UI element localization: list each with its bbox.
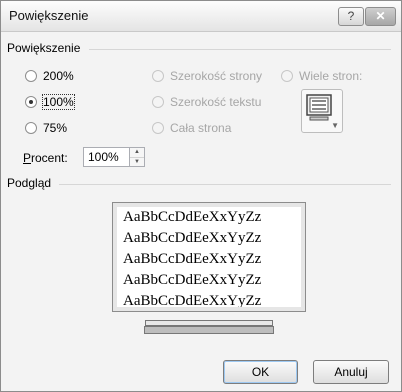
radio-100-dot[interactable] xyxy=(25,96,37,108)
spin-up-icon[interactable]: ▲ xyxy=(130,148,144,157)
radio-many-pages-label: Wiele stron: xyxy=(299,69,363,83)
radio-75-dot[interactable] xyxy=(25,122,37,134)
many-pages-button[interactable]: ▼ xyxy=(301,89,343,133)
cancel-button[interactable]: Anuluj xyxy=(313,360,389,384)
ok-button[interactable]: OK xyxy=(223,360,298,384)
preview-sample-line: AaBbCcDdEeXxYyZz xyxy=(123,209,262,225)
radio-whole-page[interactable]: Cała strona xyxy=(152,121,231,135)
radio-whole-page-dot[interactable] xyxy=(152,122,164,134)
radio-many-pages[interactable]: Wiele stron: xyxy=(281,69,362,83)
percent-label: Procent: xyxy=(23,151,68,165)
radio-75[interactable]: 75% xyxy=(25,121,67,135)
radio-200-label: 200% xyxy=(43,69,74,83)
radio-page-width[interactable]: Szerokość strony xyxy=(152,69,262,83)
help-button[interactable]: ? xyxy=(338,7,364,26)
preview-group-divider xyxy=(59,184,391,185)
radio-100-label: 100% xyxy=(42,94,75,110)
preview-sample-line: AaBbCcDdEeXxYyZz xyxy=(123,272,262,288)
monitor-stand-base xyxy=(144,326,274,334)
radio-page-width-label: Szerokość strony xyxy=(170,69,263,83)
radio-text-width-label: Szerokość tekstu xyxy=(170,95,262,109)
radio-many-pages-dot[interactable] xyxy=(281,70,293,82)
radio-75-label: 75% xyxy=(43,121,68,135)
percent-spinner[interactable]: ▲ ▼ xyxy=(130,147,145,167)
zoom-group-divider xyxy=(89,49,391,50)
radio-200-dot[interactable] xyxy=(25,70,37,82)
zoom-dialog: Powiększenie ? ✕ Powiększenie 200% 100% … xyxy=(0,0,402,392)
preview-monitor: AaBbCcDdEeXxYyZz AaBbCcDdEeXxYyZz AaBbCc… xyxy=(112,202,306,312)
radio-page-width-dot[interactable] xyxy=(152,70,164,82)
close-button[interactable]: ✕ xyxy=(365,7,396,26)
dialog-title: Powiększenie xyxy=(9,8,89,23)
radio-100[interactable]: 100% xyxy=(25,94,75,110)
radio-text-width-dot[interactable] xyxy=(152,96,164,108)
radio-text-width[interactable]: Szerokość tekstu xyxy=(152,95,261,109)
chevron-down-icon: ▼ xyxy=(331,121,339,130)
title-bar: Powiększenie ? ✕ xyxy=(1,1,401,32)
preview-sample-line: AaBbCcDdEeXxYyZz xyxy=(123,230,262,246)
zoom-group-label: Powiększenie xyxy=(7,41,81,55)
spin-down-icon[interactable]: ▼ xyxy=(130,157,144,167)
radio-200[interactable]: 200% xyxy=(25,69,74,83)
percent-input[interactable]: 100% xyxy=(83,147,130,167)
radio-whole-page-label: Cała strona xyxy=(170,121,232,135)
preview-sample-line: AaBbCcDdEeXxYyZz xyxy=(123,293,262,309)
preview-sample-line: AaBbCcDdEeXxYyZz xyxy=(123,251,262,267)
monitor-pages-icon xyxy=(306,94,332,121)
preview-group-label: Podgląd xyxy=(7,176,52,190)
